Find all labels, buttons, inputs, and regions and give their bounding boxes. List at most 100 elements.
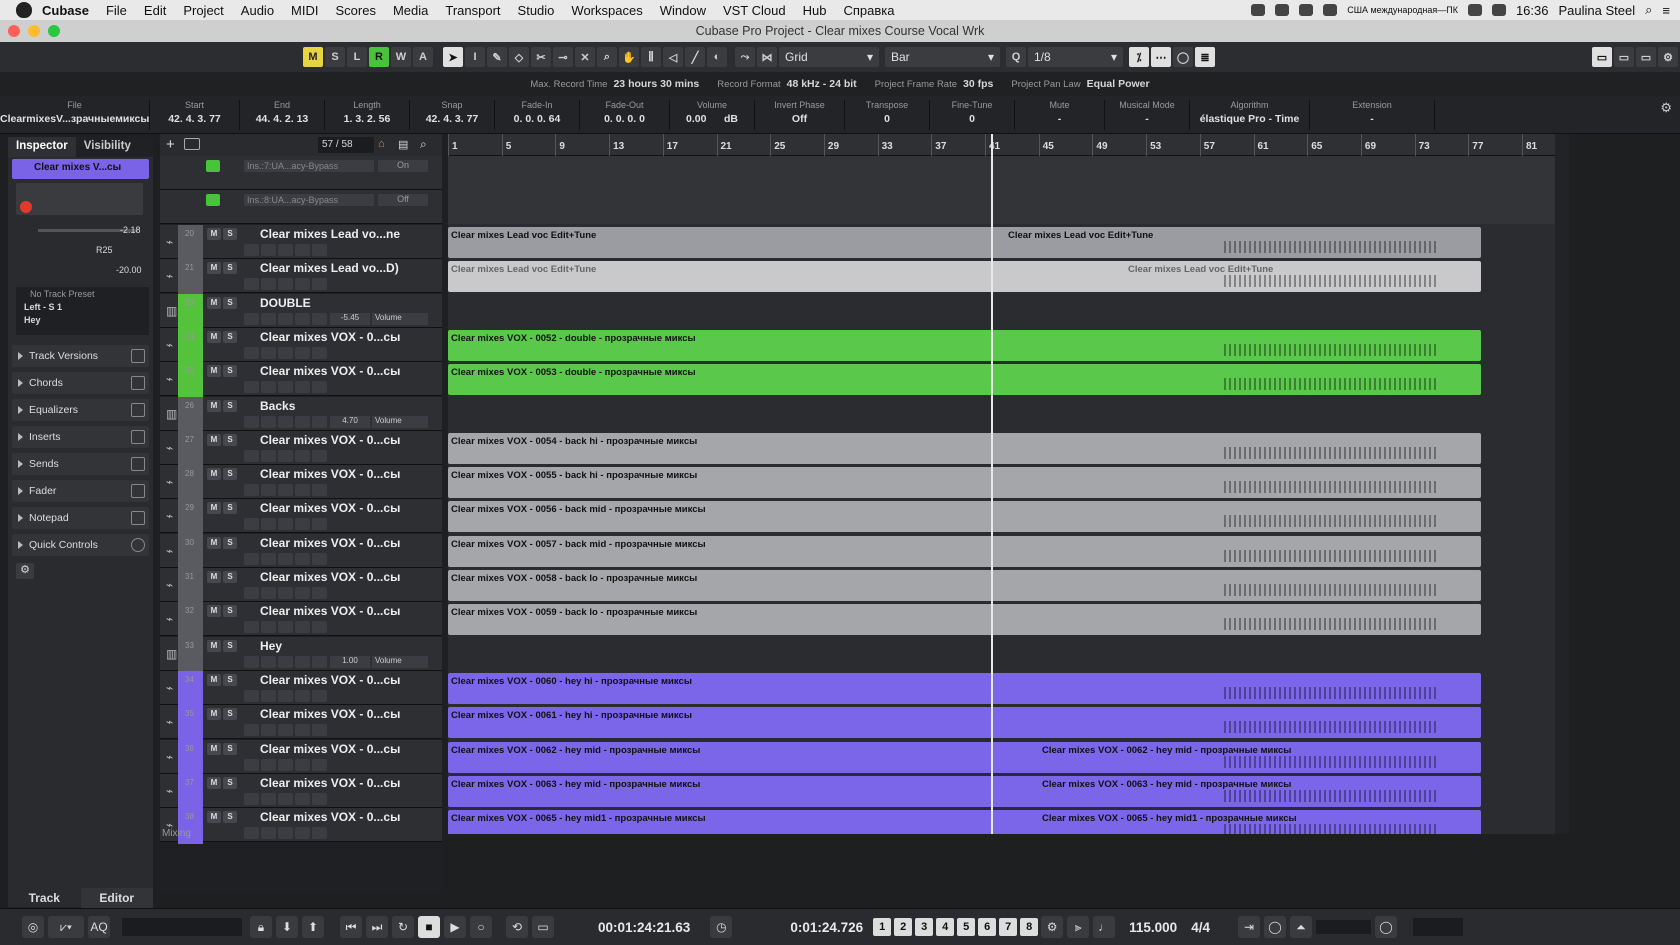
solo-button[interactable]: S bbox=[223, 708, 237, 721]
apple-icon[interactable] bbox=[16, 2, 32, 18]
track-control-button[interactable] bbox=[244, 244, 259, 256]
marker-4-button[interactable]: 4 bbox=[936, 918, 955, 936]
track-row[interactable]: ⌁ 35 M S Clear mixes VOX - 0...сы bbox=[160, 705, 442, 742]
section-quick-controls[interactable]: Quick Controls bbox=[12, 534, 149, 556]
folder-volume-label[interactable]: Volume bbox=[372, 312, 428, 325]
menu-file[interactable]: File bbox=[106, 3, 127, 18]
bluetooth-icon[interactable] bbox=[1323, 4, 1338, 16]
marker-1-button[interactable]: 1 bbox=[873, 918, 892, 936]
track-name[interactable]: Clear mixes Lead vo...D) bbox=[260, 261, 399, 275]
solo-button[interactable]: S bbox=[223, 571, 237, 583]
info-algorithm[interactable]: Algorithm élastique Pro - Time bbox=[1190, 100, 1310, 130]
solo-button[interactable]: S bbox=[223, 262, 237, 275]
track-control-button[interactable] bbox=[278, 792, 293, 805]
track-control-button[interactable] bbox=[295, 724, 310, 737]
erase-tool-icon[interactable]: ◇ bbox=[509, 47, 529, 67]
tempo-track-icon[interactable]: ⫸ bbox=[1067, 916, 1090, 938]
solo-button[interactable]: S bbox=[223, 365, 237, 378]
hand-tool-icon[interactable]: ✋ bbox=[619, 47, 639, 67]
folder-volume-value[interactable]: 4.70 bbox=[330, 415, 370, 428]
sync-icon[interactable]: ⇥ bbox=[1237, 916, 1260, 938]
secondary-time-display[interactable]: 0:01:24.726 bbox=[790, 920, 863, 935]
track-control-button[interactable] bbox=[295, 415, 310, 428]
info-extension[interactable]: Extension - bbox=[1310, 100, 1435, 130]
mute-button[interactable]: M bbox=[207, 742, 221, 755]
track-row[interactable]: ⌁ 24 M S Clear mixes VOX - 0...сы bbox=[160, 327, 442, 364]
track-control-button[interactable] bbox=[312, 415, 327, 428]
track-control-button[interactable] bbox=[295, 827, 310, 840]
loudness-icon[interactable]: ◯ bbox=[1374, 916, 1397, 938]
volume2-value[interactable]: -20.00 bbox=[116, 265, 142, 275]
track-control-button[interactable] bbox=[295, 381, 310, 394]
track-control-button[interactable] bbox=[312, 587, 327, 599]
cycle-icon[interactable]: ↻ bbox=[392, 916, 414, 938]
solo-button[interactable]: S bbox=[223, 639, 237, 652]
track-name[interactable]: Clear mixes VOX - 0...сы bbox=[260, 673, 400, 687]
mute-button[interactable]: M bbox=[207, 708, 221, 721]
write-automation-button[interactable]: W bbox=[391, 47, 411, 67]
marker-2-button[interactable]: 2 bbox=[894, 918, 913, 936]
audio-event[interactable]: Clear mixes VOX - 0059 - back lo - прозр… bbox=[448, 604, 1481, 636]
solo-button[interactable]: S bbox=[223, 296, 237, 309]
rewind-to-start-icon[interactable]: ⏮ bbox=[340, 916, 362, 938]
menu-workspaces[interactable]: Workspaces bbox=[571, 3, 642, 18]
audio-event[interactable]: Clear mixes VOX - 0056 - back mid - проз… bbox=[448, 501, 1481, 533]
track-row[interactable]: ⌁ 20 M S Clear mixes Lead vo...ne bbox=[160, 225, 442, 261]
section-equalizers[interactable]: Equalizers bbox=[12, 399, 149, 421]
section-track-versions[interactable]: Track Versions bbox=[12, 345, 149, 367]
project-cursor[interactable] bbox=[991, 134, 993, 834]
grid-size-select[interactable]: Bar ▾ bbox=[885, 47, 1000, 67]
insert-automation-row[interactable]: Ins.:8:UA...acy-Bypass Off bbox=[160, 190, 442, 224]
punch-in-icon[interactable]: ⬇ bbox=[276, 916, 298, 938]
track-control-button[interactable] bbox=[278, 278, 293, 291]
info-transpose[interactable]: Transpose 0 bbox=[845, 100, 930, 130]
track-row[interactable]: ⌁ 32 M S Clear mixes VOX - 0...сы bbox=[160, 602, 442, 639]
mute-button[interactable]: M bbox=[207, 365, 221, 378]
solo-button[interactable]: S bbox=[223, 228, 237, 240]
automation-lane[interactable] bbox=[448, 190, 1555, 224]
zoom-tool-icon[interactable]: ⌕ bbox=[597, 47, 617, 67]
track-control-button[interactable] bbox=[295, 278, 310, 291]
track-control-button[interactable] bbox=[278, 689, 293, 702]
search-icon[interactable]: ⌕ bbox=[1645, 2, 1652, 18]
track-control-button[interactable] bbox=[312, 724, 327, 737]
track-name[interactable]: Clear mixes VOX - 0...сы bbox=[260, 467, 400, 481]
mute-button[interactable]: M bbox=[207, 536, 221, 549]
line-tool-icon[interactable]: ╱ bbox=[685, 47, 705, 67]
track-control-button[interactable] bbox=[244, 346, 259, 359]
track-control-button[interactable] bbox=[312, 552, 327, 565]
folder-volume-value[interactable]: -5.45 bbox=[330, 312, 370, 325]
read-automation-button[interactable] bbox=[206, 160, 220, 172]
range-selection-tool-icon[interactable]: I bbox=[465, 47, 485, 67]
status-icon[interactable] bbox=[1251, 4, 1266, 16]
info-start[interactable]: Start 42. 4. 3. 77 bbox=[150, 100, 240, 130]
track-control-button[interactable] bbox=[312, 689, 327, 702]
mute-button[interactable]: M bbox=[207, 330, 221, 343]
menu-scores[interactable]: Scores bbox=[336, 3, 376, 18]
track-row[interactable]: ⌁ 37 M S Clear mixes VOX - 0...сы bbox=[160, 773, 442, 810]
info-end[interactable]: End 44. 4. 2. 13 bbox=[240, 100, 325, 130]
track-control-button[interactable] bbox=[278, 312, 293, 325]
audio-event[interactable]: Clear mixes VOX - 0065 - hey mid1 - проз… bbox=[448, 810, 1481, 834]
track-control-button[interactable] bbox=[295, 792, 310, 805]
mute-tool-icon[interactable]: ✕ bbox=[575, 47, 595, 67]
track-control-button[interactable] bbox=[312, 346, 327, 359]
track-control-button[interactable] bbox=[261, 415, 276, 428]
info-snap[interactable]: Snap 42. 4. 3. 77 bbox=[410, 100, 495, 130]
folder-volume-label[interactable]: Volume bbox=[372, 415, 428, 428]
record-button[interactable]: ○ bbox=[470, 916, 492, 938]
track-name[interactable]: Clear mixes VOX - 0...сы bbox=[260, 776, 400, 790]
quantize-icon[interactable]: Q bbox=[1006, 47, 1026, 67]
quantize-panel-icon[interactable]: ≣ bbox=[1195, 47, 1215, 67]
track-control-button[interactable] bbox=[295, 621, 310, 634]
autoquantize-button[interactable]: AQ bbox=[88, 916, 110, 938]
snap-toggle-icon[interactable]: ⤳ bbox=[735, 47, 755, 67]
tab-inspector[interactable]: Inspector bbox=[8, 137, 76, 157]
quantize-apply-icon[interactable]: ⋯ bbox=[1151, 47, 1171, 67]
track-control-button[interactable] bbox=[278, 621, 293, 634]
track-control-button[interactable] bbox=[244, 449, 259, 462]
mute-button[interactable]: M bbox=[207, 296, 221, 309]
track-row[interactable]: ⌁ 30 M S Clear mixes VOX - 0...сы bbox=[160, 533, 442, 570]
track-row[interactable]: ⌁ 21 M S Clear mixes Lead vo...D) bbox=[160, 259, 442, 296]
pan-value[interactable]: R25 bbox=[96, 245, 113, 255]
